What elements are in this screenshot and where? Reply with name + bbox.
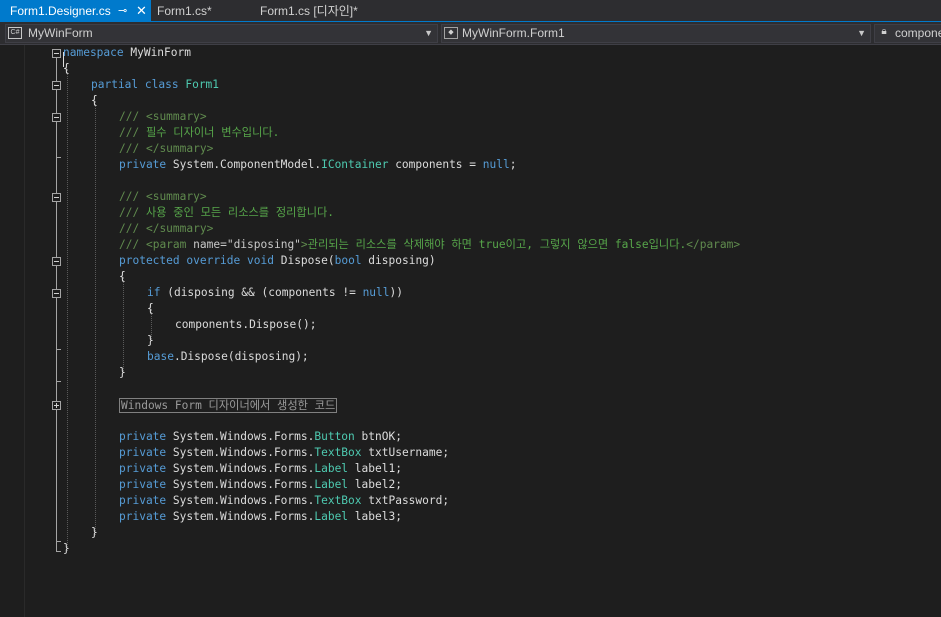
- code-line: }: [63, 542, 70, 555]
- code-line: private System.Windows.Forms.TextBox txt…: [119, 446, 450, 459]
- code-line: components.Dispose();: [175, 318, 317, 331]
- chevron-down-icon: ▼: [424, 28, 433, 38]
- code-line: /// 필수 디자이너 변수입니다.: [119, 126, 280, 139]
- code-line: private System.Windows.Forms.TextBox txt…: [119, 494, 450, 507]
- class-icon: ◆: [444, 27, 458, 39]
- indent-guide: [67, 69, 68, 551]
- collapse-icon[interactable]: [52, 289, 61, 298]
- tab-label: Form1.cs [디자인]*: [260, 4, 358, 18]
- indicator-margin: [0, 45, 25, 617]
- code-line: partial class Form1: [91, 78, 220, 91]
- class-name: Form1: [185, 78, 220, 91]
- collapse-icon[interactable]: [52, 257, 61, 266]
- outline-tick: [56, 381, 61, 382]
- keyword: namespace: [63, 46, 124, 59]
- code-line: /// 사용 중인 모든 리소스를 정리합니다.: [119, 206, 335, 219]
- tab-form1-cs[interactable]: Form1.cs*: [151, 0, 251, 22]
- collapse-icon[interactable]: [52, 49, 61, 58]
- field-lock-icon: 🔒︎: [881, 26, 887, 37]
- outline-tick: [56, 349, 61, 350]
- code-line: protected override void Dispose(bool dis…: [119, 254, 436, 267]
- pin-icon[interactable]: ⊸: [118, 0, 127, 22]
- collapsed-region[interactable]: Windows Form 디자이너에서 생성한 코드: [119, 398, 338, 414]
- tab-form1-designer[interactable]: Form1.Designer.cs ⊸ ✕: [0, 0, 151, 22]
- code-line: private System.Windows.Forms.Label label…: [119, 510, 402, 523]
- code-line: }: [119, 366, 126, 379]
- code-line: }: [91, 526, 98, 539]
- code-line: {: [63, 62, 70, 75]
- code-line: /// <summary>: [119, 110, 207, 123]
- code-editor[interactable]: namespace MyWinForm { partial class Form…: [0, 45, 941, 617]
- code-line: {: [91, 94, 98, 107]
- indent-guide: [95, 101, 96, 535]
- csharp-project-icon: C#: [8, 27, 22, 39]
- document-tab-strip: Form1.Designer.cs ⊸ ✕ Form1.cs* Form1.cs…: [0, 0, 941, 22]
- code-line: /// <summary>: [119, 190, 207, 203]
- code-line: private System.Windows.Forms.Label label…: [119, 462, 402, 475]
- close-icon[interactable]: ✕: [136, 0, 147, 22]
- tab-form1-design[interactable]: Form1.cs [디자인]*: [251, 0, 391, 22]
- code-line: }: [147, 334, 154, 347]
- class-dropdown[interactable]: ◆ MyWinForm.Form1 ▼: [441, 24, 871, 43]
- collapse-icon[interactable]: [52, 81, 61, 90]
- outline-tick: [56, 157, 61, 158]
- outline-line: [56, 58, 57, 552]
- outline-tick: [56, 541, 61, 542]
- doc-comment: 필수 디자이너 변수입니다.: [145, 126, 280, 139]
- outline-tick: [56, 551, 61, 552]
- chevron-down-icon: ▼: [857, 28, 866, 38]
- collapse-icon[interactable]: [52, 193, 61, 202]
- namespace-name: MyWinForm: [123, 46, 191, 59]
- code-line: /// <param name="disposing">관리되는 리소스를 삭제…: [119, 238, 741, 251]
- project-dropdown[interactable]: C# MyWinForm ▼: [5, 24, 438, 43]
- indent-guide: [123, 277, 124, 373]
- doc-comment: 사용 중인 모든 리소스를 정리합니다.: [145, 206, 335, 219]
- region-label: Windows Form 디자이너에서 생성한 코드: [119, 398, 338, 413]
- code-line: {: [147, 302, 154, 315]
- tab-label: Form1.Designer.cs: [10, 4, 111, 18]
- code-line: base.Dispose(disposing);: [147, 350, 309, 363]
- code-line: if (disposing && (components != null)): [147, 286, 403, 299]
- member-label: compone: [895, 26, 941, 40]
- code-line: private System.ComponentModel.IContainer…: [119, 158, 517, 171]
- code-line: namespace MyWinForm: [63, 45, 191, 61]
- tab-label: Form1.cs*: [157, 4, 212, 18]
- member-dropdown[interactable]: 🔒︎ compone: [874, 24, 941, 43]
- class-label: MyWinForm.Form1: [462, 26, 565, 40]
- collapse-icon[interactable]: [52, 113, 61, 122]
- code-line: private System.Windows.Forms.Label label…: [119, 478, 402, 491]
- code-line: {: [119, 270, 126, 283]
- code-line: /// </summary>: [119, 142, 214, 155]
- expand-icon[interactable]: [52, 401, 61, 410]
- navigation-bar: C# MyWinForm ▼ ◆ MyWinForm.Form1 ▼ 🔒︎ co…: [0, 22, 941, 45]
- doc-comment: 관리되는 리소스를 삭제해야 하면 true이고, 그렇지 않으면 false입…: [307, 238, 687, 251]
- code-line: /// </summary>: [119, 222, 214, 235]
- project-label: MyWinForm: [28, 26, 93, 40]
- code-line: private System.Windows.Forms.Button btnO…: [119, 430, 402, 443]
